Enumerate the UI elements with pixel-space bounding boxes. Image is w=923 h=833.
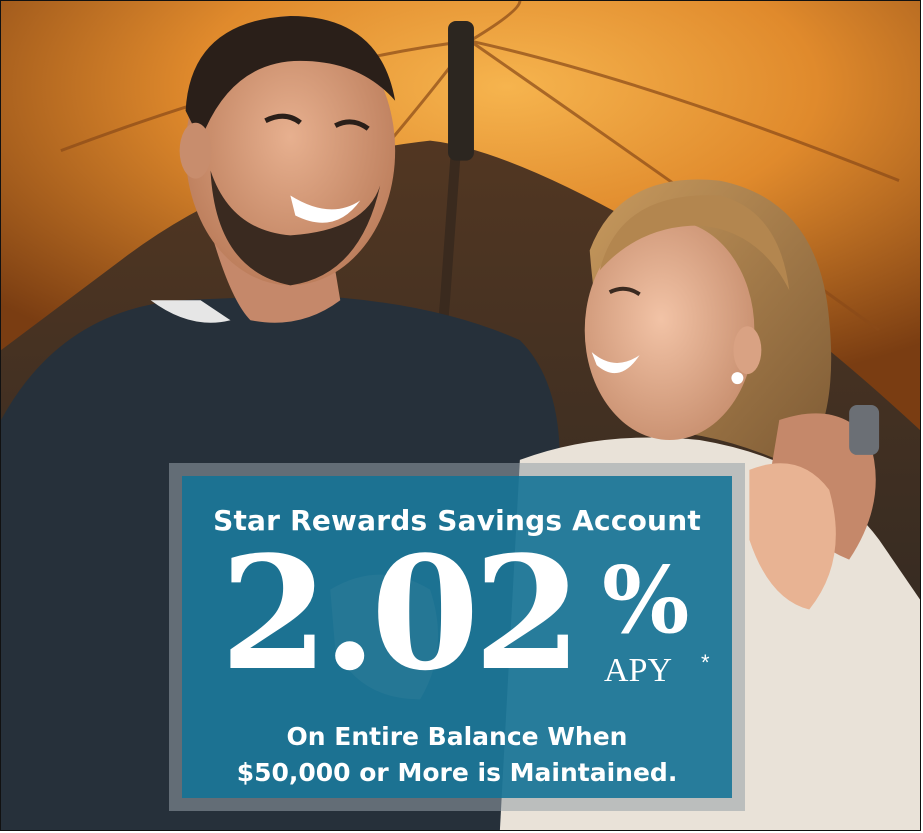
promo-condition-line-1: On Entire Balance When: [286, 722, 628, 751]
promo-panel: Star Rewards Savings Account 2.02 % APY …: [182, 476, 732, 798]
rate-value: 2.02: [220, 522, 582, 705]
apy-label: APY: [604, 652, 673, 689]
ad-banner: Star Rewards Savings Account 2.02 % APY …: [0, 0, 921, 831]
rate-display: 2.02 % APY *: [182, 536, 732, 698]
disclaimer-asterisk: *: [701, 650, 710, 675]
promo-condition-line-2: $50,000 or More is Maintained.: [236, 758, 678, 787]
rate-percent-sign: %: [602, 546, 690, 654]
promo-panel-border: Star Rewards Savings Account 2.02 % APY …: [169, 463, 745, 811]
